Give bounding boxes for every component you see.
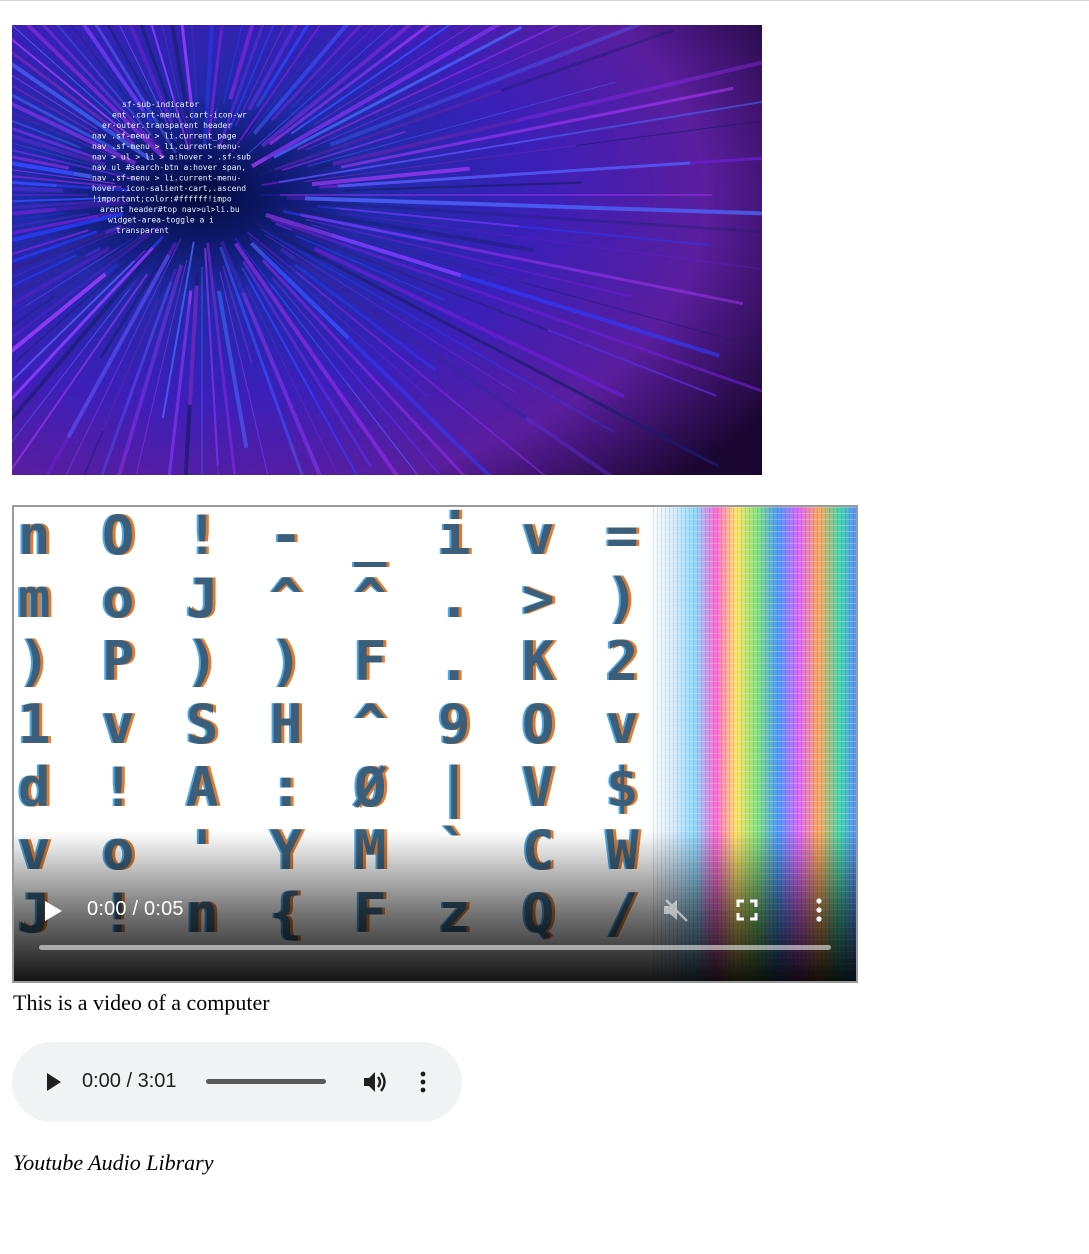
video-glyph: !	[186, 507, 219, 567]
video-glyph: F	[354, 630, 387, 693]
video-player[interactable]: /QzF{n!JWC`MY'ov$V|Ø:A!dvO9^HSv12K.F))P)…	[12, 505, 858, 983]
video-glyph: )	[606, 567, 639, 630]
video-glyph: J	[186, 567, 219, 630]
code-line: hover .icon-salient-cart,.ascend	[92, 184, 246, 193]
video-glyph: ^	[270, 567, 303, 630]
audio-source-credit: Youtube Audio Library	[13, 1150, 214, 1175]
video-glyph: )	[270, 630, 303, 693]
audio-volume-up-icon[interactable]	[362, 1069, 388, 1095]
video-glyph: )	[18, 630, 51, 693]
video-glyph: m	[18, 567, 51, 630]
video-glyph: .	[438, 567, 471, 630]
video-glyph: ^	[354, 693, 387, 756]
video-glyph: v	[522, 507, 555, 567]
audio-player[interactable]: 0:00 / 3:01	[12, 1042, 462, 1122]
video-play-icon[interactable]	[42, 899, 64, 923]
video-glyph: v	[606, 693, 639, 756]
video-glyph: :	[270, 756, 303, 819]
video-glyph: S	[186, 693, 219, 756]
code-line: !important;color:#ffffff!impo	[92, 195, 232, 204]
code-line: arent header#top nav>ul>li.bu	[100, 205, 240, 214]
video-glyph: ^	[354, 567, 387, 630]
video-more-vert-icon[interactable]	[814, 897, 824, 923]
video-glyph: P	[102, 630, 135, 693]
video-glyph: Ø	[354, 756, 387, 819]
video-glyph: 2	[606, 630, 639, 693]
video-glyph: _	[354, 507, 387, 567]
video-glyph: O	[522, 693, 555, 756]
video-glyph: A	[186, 756, 219, 819]
audio-progress-bar[interactable]	[206, 1079, 326, 1084]
audio-time: 0:00 / 3:01	[82, 1070, 177, 1092]
audio-play-icon[interactable]	[46, 1072, 62, 1092]
video-caption: This is a video of a computer	[13, 990, 270, 1015]
code-line: nav .sf-menu > li.current_page	[92, 132, 237, 141]
code-line: er-outer.transparent header	[102, 121, 232, 130]
video-glyph: =	[606, 507, 639, 567]
video-glyph: d	[18, 756, 51, 819]
code-line: nav > ul > li > a:hover > .sf-sub	[92, 153, 251, 162]
video-glyph: H	[270, 693, 303, 756]
code-line: nav .sf-menu > li.current-menu-	[92, 174, 241, 183]
video-glyph: i	[438, 507, 471, 567]
video-glyph: V	[522, 756, 555, 819]
video-glyph: )	[186, 630, 219, 693]
video-progress-bar[interactable]	[39, 945, 831, 950]
video-glyph: .	[438, 630, 471, 693]
code-line: nav ul #search-btn a:hover span,	[92, 163, 246, 172]
video-glyph: K	[522, 630, 555, 693]
video-glyph: 9	[438, 693, 471, 756]
video-glyph: -	[270, 507, 303, 567]
video-glyph: >	[522, 567, 555, 630]
video-glyph: v	[102, 693, 135, 756]
code-line: widget-area-toggle a i	[108, 216, 214, 225]
code-line: sf-sub-indicator	[122, 100, 199, 109]
audio-more-vert-icon[interactable]	[418, 1070, 428, 1094]
video-glyph: $	[606, 756, 639, 819]
code-zoom-graphic: sf-sub-indicator ent .cart-menu .cart-ico…	[12, 25, 762, 475]
code-line: transparent	[116, 226, 169, 235]
video-glyph: o	[102, 567, 135, 630]
video-volume-muted-icon[interactable]	[662, 897, 690, 923]
video-time: 0:00 / 0:05	[87, 898, 184, 920]
video-glyph: 1	[18, 693, 51, 756]
top-divider	[0, 0, 1089, 1]
code-line: ent .cart-menu .cart-icon-wr	[112, 111, 247, 120]
video-glyph: !	[102, 756, 135, 819]
code-line: nav .sf-menu > li.current-menu-	[92, 142, 241, 151]
video-fullscreen-icon[interactable]	[736, 899, 758, 921]
video-glyph: O	[102, 507, 135, 567]
video-glyph: |	[438, 756, 471, 819]
video-glyph: n	[18, 507, 51, 567]
hero-code-image: sf-sub-indicator ent .cart-menu .cart-ico…	[12, 25, 762, 475]
